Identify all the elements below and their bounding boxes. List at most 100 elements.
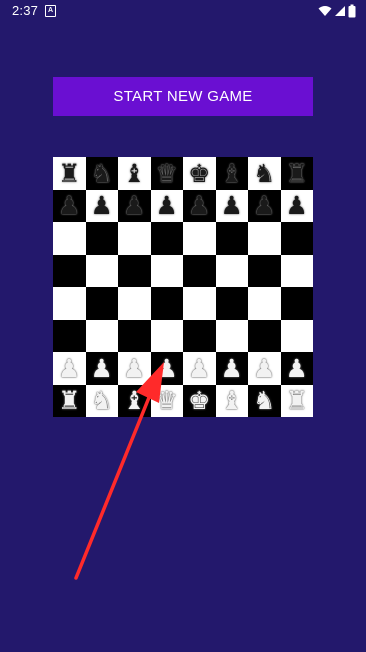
white-pawn-icon: ♟ (253, 353, 276, 383)
white-bishop-icon: ♝ (123, 386, 146, 416)
square-c6[interactable] (118, 222, 151, 255)
square-h5[interactable] (280, 254, 313, 287)
square-b6[interactable] (85, 222, 118, 255)
square-g6[interactable] (248, 222, 281, 255)
square-g5[interactable] (248, 254, 281, 287)
square-d6[interactable] (150, 222, 183, 255)
square-b3[interactable] (85, 319, 118, 352)
square-b8[interactable]: ♞ (85, 157, 118, 190)
black-pawn-icon: ♟ (285, 191, 308, 221)
square-c5[interactable] (118, 254, 151, 287)
wifi-icon (318, 6, 332, 16)
square-c3[interactable] (118, 319, 151, 352)
square-f7[interactable]: ♟ (215, 189, 248, 222)
square-a2[interactable]: ♟ (53, 352, 86, 385)
square-e6[interactable] (183, 222, 216, 255)
square-b1[interactable]: ♞ (85, 384, 118, 417)
black-bishop-icon: ♝ (220, 158, 243, 188)
square-c1[interactable]: ♝ (118, 384, 151, 417)
square-a4[interactable] (53, 287, 86, 320)
white-rook-icon: ♜ (285, 386, 308, 416)
square-d5[interactable] (150, 254, 183, 287)
square-g8[interactable]: ♞ (248, 157, 281, 190)
black-king-icon: ♚ (188, 158, 211, 188)
black-pawn-icon: ♟ (123, 191, 146, 221)
square-f1[interactable]: ♝ (215, 384, 248, 417)
square-h7[interactable]: ♟ (280, 189, 313, 222)
square-b2[interactable]: ♟ (85, 352, 118, 385)
white-pawn-icon: ♟ (285, 353, 308, 383)
square-e1[interactable]: ♚ (183, 384, 216, 417)
white-knight-icon: ♞ (90, 386, 113, 416)
square-f3[interactable] (215, 319, 248, 352)
signal-icon (335, 6, 345, 16)
square-c4[interactable] (118, 287, 151, 320)
square-d2[interactable]: ♟ (150, 352, 183, 385)
white-pawn-icon: ♟ (123, 353, 146, 383)
square-e7[interactable]: ♟ (183, 189, 216, 222)
black-pawn-icon: ♟ (220, 191, 243, 221)
black-knight-icon: ♞ (90, 158, 113, 188)
square-f6[interactable] (215, 222, 248, 255)
square-g4[interactable] (248, 287, 281, 320)
arrow-shaft (74, 393, 152, 580)
white-pawn-icon: ♟ (90, 353, 113, 383)
start-new-game-button[interactable]: START NEW GAME (53, 77, 313, 116)
chess-board: ♜ ♞ ♝ ♛ ♚ ♝ ♞ ♜ ♟ ♟ ♟ ♟ ♟ ♟ ♟ ♟ ♟ ♟ ♟ ♟ ♟ ♟ ♟ ♟ ♜ ♞ ♝ ♛ ♚ ♝ ♞ ♜ (53, 157, 313, 417)
status-time: 2:37 (12, 3, 39, 18)
square-e3[interactable] (183, 319, 216, 352)
black-pawn-icon: ♟ (253, 191, 276, 221)
square-g3[interactable] (248, 319, 281, 352)
black-knight-icon: ♞ (253, 158, 276, 188)
square-a8[interactable]: ♜ (53, 157, 86, 190)
white-king-icon: ♚ (188, 386, 211, 416)
square-h1[interactable]: ♜ (280, 384, 313, 417)
square-h2[interactable]: ♟ (280, 352, 313, 385)
square-d7[interactable]: ♟ (150, 189, 183, 222)
square-h6[interactable] (280, 222, 313, 255)
square-e8[interactable]: ♚ (183, 157, 216, 190)
square-a7[interactable]: ♟ (53, 189, 86, 222)
square-c8[interactable]: ♝ (118, 157, 151, 190)
square-d1[interactable]: ♛ (150, 384, 183, 417)
square-a5[interactable] (53, 254, 86, 287)
black-bishop-icon: ♝ (123, 158, 146, 188)
white-knight-icon: ♞ (253, 386, 276, 416)
square-b5[interactable] (85, 254, 118, 287)
square-b7[interactable]: ♟ (85, 189, 118, 222)
square-f5[interactable] (215, 254, 248, 287)
square-d8[interactable]: ♛ (150, 157, 183, 190)
square-e5[interactable] (183, 254, 216, 287)
square-d3[interactable] (150, 319, 183, 352)
square-e2[interactable]: ♟ (183, 352, 216, 385)
white-queen-icon: ♛ (155, 386, 178, 416)
black-rook-icon: ♜ (58, 158, 81, 188)
black-queen-icon: ♛ (155, 158, 178, 188)
square-a1[interactable]: ♜ (53, 384, 86, 417)
square-c2[interactable]: ♟ (118, 352, 151, 385)
square-h8[interactable]: ♜ (280, 157, 313, 190)
notification-icon: A (45, 5, 56, 17)
square-b4[interactable] (85, 287, 118, 320)
square-g7[interactable]: ♟ (248, 189, 281, 222)
black-pawn-icon: ♟ (90, 191, 113, 221)
square-f4[interactable] (215, 287, 248, 320)
black-pawn-icon: ♟ (58, 191, 81, 221)
white-bishop-icon: ♝ (220, 386, 243, 416)
white-pawn-icon: ♟ (188, 353, 211, 383)
white-pawn-icon: ♟ (220, 353, 243, 383)
white-pawn-icon: ♟ (58, 353, 81, 383)
square-d4[interactable] (150, 287, 183, 320)
square-h3[interactable] (280, 319, 313, 352)
battery-icon (348, 4, 356, 18)
square-f2[interactable]: ♟ (215, 352, 248, 385)
square-g1[interactable]: ♞ (248, 384, 281, 417)
square-h4[interactable] (280, 287, 313, 320)
square-c7[interactable]: ♟ (118, 189, 151, 222)
square-a3[interactable] (53, 319, 86, 352)
square-g2[interactable]: ♟ (248, 352, 281, 385)
black-pawn-icon: ♟ (188, 191, 211, 221)
square-f8[interactable]: ♝ (215, 157, 248, 190)
square-e4[interactable] (183, 287, 216, 320)
square-a6[interactable] (53, 222, 86, 255)
